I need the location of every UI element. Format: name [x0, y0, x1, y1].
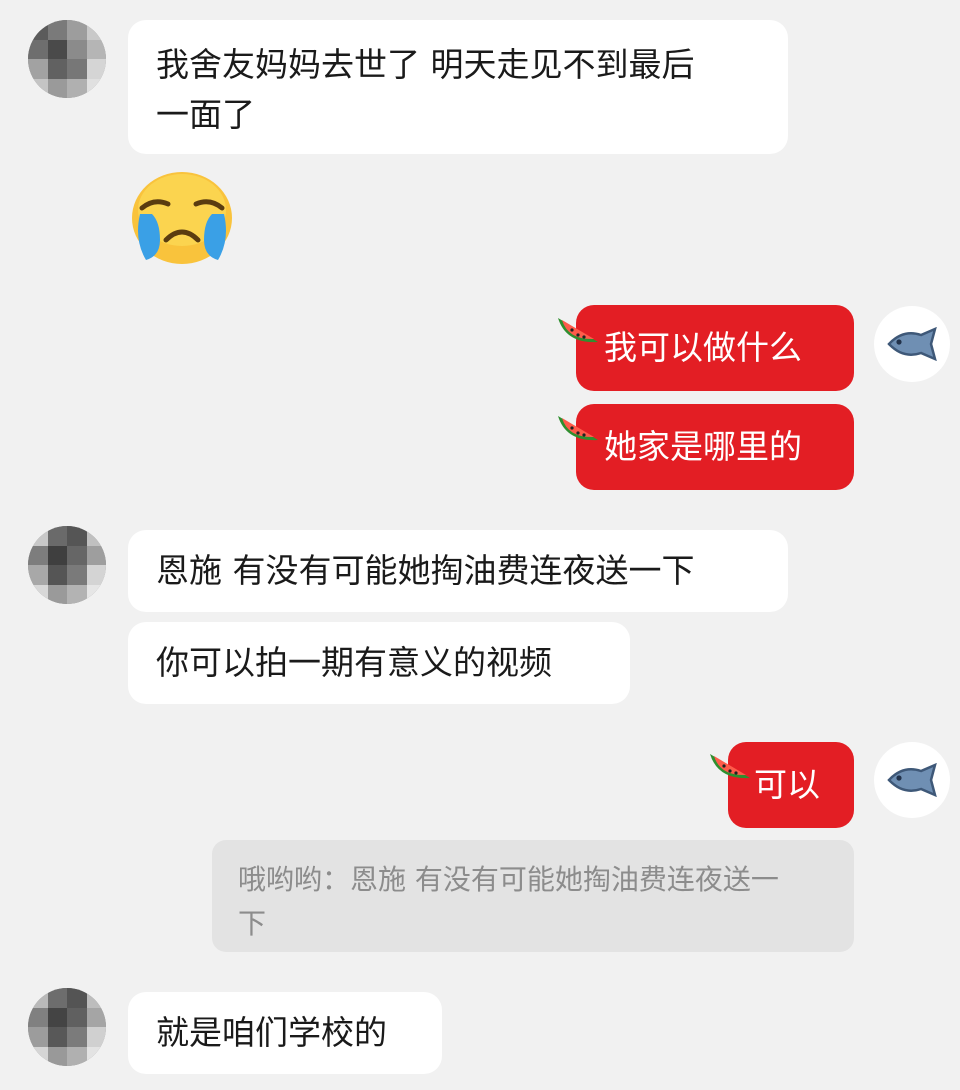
message-bubble-incoming[interactable]: 你可以拍一期有意义的视频 [128, 622, 630, 704]
message-text: 我可以做什么 [604, 328, 802, 367]
fish-icon [887, 327, 937, 361]
message-text: 她家是哪里的 [604, 427, 802, 466]
watermelon-icon [710, 754, 750, 779]
message-text: 恩施 有没有可能她掏油费连夜送一下 [156, 551, 695, 590]
message-bubble-outgoing[interactable]: 我可以做什么 [576, 305, 854, 391]
message-text: 可以 [754, 765, 820, 804]
fish-icon [887, 763, 937, 797]
message-bubble-incoming[interactable]: 恩施 有没有可能她掏油费连夜送一下 [128, 530, 788, 612]
message-text-line: 一面了 [156, 95, 255, 134]
quote-text-line: 下 [238, 907, 267, 940]
contact-avatar[interactable] [28, 988, 106, 1066]
message-text: 就是咱们学校的 [156, 1013, 387, 1052]
quote-text-line: 哦哟哟：恩施 有没有可能她掏油费连夜送一 [238, 863, 779, 896]
watermelon-icon [558, 416, 598, 441]
message-bubble-incoming[interactable]: 我舍友妈妈去世了 明天走见不到最后 一面了 [128, 20, 788, 154]
contact-avatar[interactable] [28, 526, 106, 604]
quoted-message[interactable]: 哦哟哟：恩施 有没有可能她掏油费连夜送一 下 [212, 840, 854, 952]
crying-face-icon [130, 170, 234, 270]
message-bubble-outgoing[interactable]: 她家是哪里的 [576, 404, 854, 490]
self-avatar[interactable] [874, 742, 950, 818]
watermelon-icon [558, 318, 598, 343]
self-avatar[interactable] [874, 306, 950, 382]
message-text-line: 我舍友妈妈去世了 明天走见不到最后 [156, 45, 695, 84]
message-bubble-incoming[interactable]: 就是咱们学校的 [128, 992, 442, 1074]
message-text: 你可以拍一期有意义的视频 [156, 643, 552, 682]
contact-avatar[interactable] [28, 20, 106, 98]
chat-window: 我舍友妈妈去世了 明天走见不到最后 一面了 我可以做什么 她家是哪里的 恩施 有… [0, 0, 960, 1090]
